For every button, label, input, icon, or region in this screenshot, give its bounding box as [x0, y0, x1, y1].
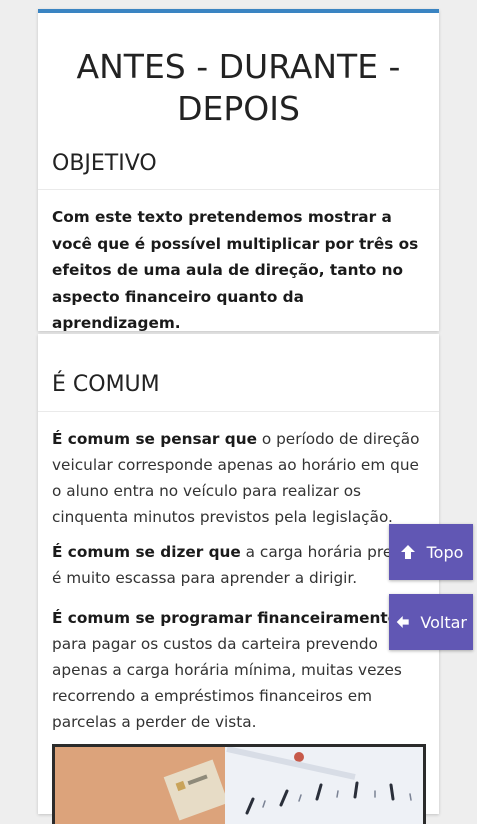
content-card: É COMUM É comum se pensar que o período …	[38, 334, 439, 824]
article-image	[52, 744, 426, 824]
back-button[interactable]: Voltar	[389, 594, 473, 650]
back-button-label: Voltar	[420, 612, 467, 632]
objective-text: Com este texto pretendemos mostrar a voc…	[52, 208, 419, 332]
image-illustration	[55, 747, 423, 824]
paragraph-lead: É comum se programar financeiramente	[52, 609, 399, 627]
top-button-label: Topo	[426, 542, 464, 562]
paragraph: É comum se programar financeiramente par…	[52, 605, 430, 735]
page-title: ANTES - DURANTE - DEPOIS	[76, 47, 401, 128]
divider	[38, 189, 439, 190]
objective-heading: OBJETIVO	[52, 151, 157, 176]
paragraph-body: para pagar os custos da carteira prevend…	[52, 635, 402, 731]
arrow-left-icon	[396, 616, 409, 628]
arrow-up-icon	[400, 545, 415, 559]
top-button[interactable]: Topo	[389, 524, 473, 580]
paragraph: É comum se pensar que o período de direç…	[52, 426, 430, 530]
paragraph-lead: É comum se pensar que	[52, 430, 257, 448]
paragraph-lead: É comum se dizer que	[52, 543, 241, 561]
divider	[38, 411, 439, 412]
paragraph: É comum se dizer que a carga horária pre…	[52, 539, 430, 591]
section-heading: É COMUM	[52, 372, 160, 397]
intro-card: ANTES - DURANTE - DEPOIS OBJETIVO Com es…	[38, 9, 439, 332]
